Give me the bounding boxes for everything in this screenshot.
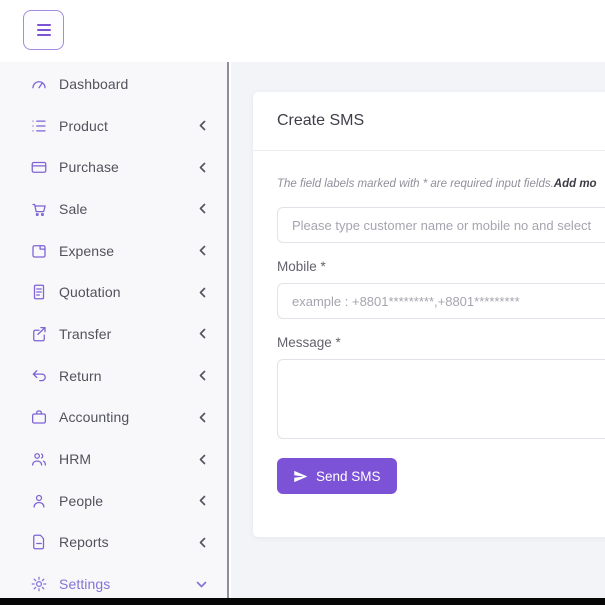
- sidebar-item-reports[interactable]: Reports: [0, 522, 227, 564]
- hamburger-icon: [37, 24, 51, 27]
- required-fields-note: The field labels marked with * are requi…: [277, 178, 605, 190]
- chevron-left-icon: [198, 370, 207, 381]
- sidebar-item-label: Sale: [59, 201, 198, 217]
- chevron-left-icon: [198, 537, 207, 548]
- sidebar-item-label: HRM: [59, 451, 198, 467]
- chevron-left-icon: [198, 328, 207, 339]
- page-title: Create SMS: [253, 92, 605, 151]
- create-sms-form: The field labels marked with * are requi…: [253, 151, 605, 494]
- chevron-down-icon: [196, 580, 207, 589]
- chevron-left-icon: [198, 454, 207, 465]
- mobile-input[interactable]: [277, 283, 605, 319]
- transfer-icon: [30, 325, 48, 343]
- chevron-left-icon: [198, 287, 207, 298]
- expense-icon: [30, 242, 48, 260]
- customer-search-input[interactable]: [277, 207, 605, 243]
- topbar: [0, 0, 605, 62]
- purchase-icon: [30, 158, 48, 176]
- chevron-left-icon: [198, 162, 207, 173]
- message-label: Message *: [277, 335, 605, 350]
- bottom-black-bar: [0, 598, 605, 605]
- paper-plane-icon: [293, 469, 308, 484]
- hrm-icon: [30, 450, 48, 468]
- sidebar-item-expense[interactable]: Expense: [0, 230, 227, 272]
- chevron-left-icon: [198, 245, 207, 256]
- message-textarea[interactable]: [277, 359, 605, 439]
- sidebar-item-purchase[interactable]: Purchase: [0, 146, 227, 188]
- quotation-icon: [30, 283, 48, 301]
- sidebar-item-quotation[interactable]: Quotation: [0, 271, 227, 313]
- product-icon: [30, 117, 48, 135]
- sidebar-item-label: Settings: [59, 576, 196, 592]
- sidebar-item-product[interactable]: Product: [0, 105, 227, 147]
- chevron-left-icon: [198, 120, 207, 131]
- sidebar-item-label: Transfer: [59, 326, 198, 342]
- sidebar-item-label: Accounting: [59, 409, 198, 425]
- sidebar-item-label: Purchase: [59, 159, 198, 175]
- reports-icon: [30, 533, 48, 551]
- sidebar-item-dashboard[interactable]: Dashboard: [0, 63, 227, 105]
- menu-toggle-button[interactable]: [23, 10, 64, 50]
- sidebar-item-return[interactable]: Return: [0, 355, 227, 397]
- sidebar-item-sale[interactable]: Sale: [0, 188, 227, 230]
- sidebar-item-label: Dashboard: [59, 76, 207, 92]
- chevron-left-icon: [198, 203, 207, 214]
- mobile-label: Mobile *: [277, 259, 605, 274]
- chevron-left-icon: [198, 412, 207, 423]
- sidebar-item-label: People: [59, 493, 198, 509]
- send-sms-button[interactable]: Send SMS: [277, 458, 397, 494]
- sidebar: Dashboard Product Purchase Sale Expen: [0, 62, 229, 605]
- accounting-icon: [30, 408, 48, 426]
- create-sms-card: Create SMS The field labels marked with …: [253, 92, 605, 537]
- sidebar-item-label: Quotation: [59, 284, 198, 300]
- people-icon: [30, 492, 48, 510]
- return-icon: [30, 367, 48, 385]
- sidebar-item-label: Product: [59, 118, 198, 134]
- sidebar-item-accounting[interactable]: Accounting: [0, 397, 227, 439]
- sidebar-item-transfer[interactable]: Transfer: [0, 313, 227, 355]
- main-content: Create SMS The field labels marked with …: [231, 62, 605, 598]
- send-sms-button-label: Send SMS: [316, 469, 381, 484]
- sidebar-item-people[interactable]: People: [0, 480, 227, 522]
- sidebar-item-label: Reports: [59, 534, 198, 550]
- dashboard-icon: [30, 75, 48, 93]
- chevron-left-icon: [198, 495, 207, 506]
- sidebar-item-label: Return: [59, 368, 198, 384]
- sale-icon: [30, 200, 48, 218]
- settings-icon: [30, 575, 48, 593]
- sidebar-item-hrm[interactable]: HRM: [0, 438, 227, 480]
- sidebar-item-label: Expense: [59, 243, 198, 259]
